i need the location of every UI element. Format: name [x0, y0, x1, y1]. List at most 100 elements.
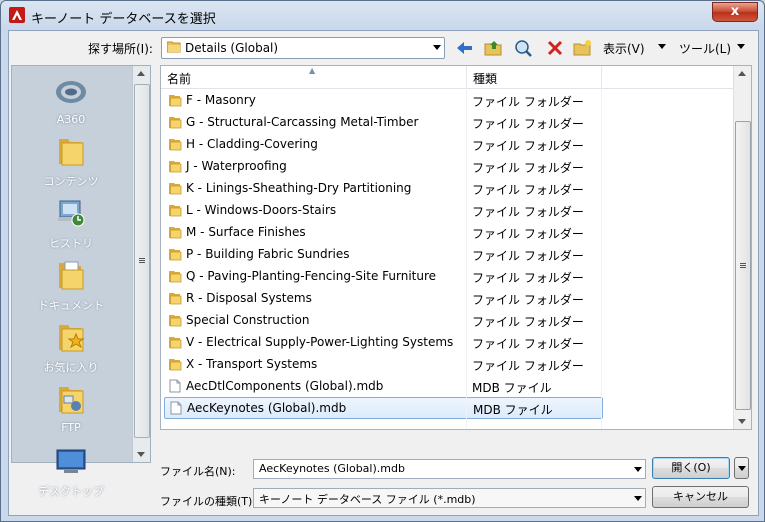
folder-row[interactable]: Special Construction ファイル フォルダー [164, 309, 601, 331]
filetype-value: キーノート データベース ファイル (*.mdb) [259, 493, 476, 506]
folder-row[interactable]: G - Structural-Carcassing Metal-Timber ファ… [164, 111, 601, 133]
file-icon [169, 401, 183, 418]
row-type: ファイル フォルダー [472, 293, 584, 307]
folder-icon [168, 115, 182, 132]
row-type: ファイル フォルダー [472, 227, 584, 241]
up-folder-icon[interactable] [484, 38, 504, 58]
place-ftp[interactable]: FTP [12, 382, 130, 434]
folder-icon [168, 269, 182, 286]
place-a360[interactable]: A360 [12, 74, 130, 126]
chevron-down-icon [738, 466, 746, 471]
new-folder-icon[interactable] [573, 38, 593, 58]
row-name: L - Windows-Doors-Stairs [186, 203, 337, 217]
folder-icon [59, 139, 84, 166]
row-type: ファイル フォルダー [472, 271, 584, 285]
folder-row[interactable]: P - Building Fabric Sundries ファイル フォルダー [164, 243, 601, 265]
row-name: V - Electrical Supply-Power-Lighting Sys… [186, 335, 454, 349]
place-label: ドキュメント [38, 299, 104, 312]
tools-label: ツール(L) [679, 42, 732, 56]
list-scrollbar[interactable] [733, 66, 751, 429]
lookin-combo[interactable]: Details (Global) [161, 37, 445, 59]
open-options-button[interactable] [734, 457, 749, 479]
tools-dropdown-icon[interactable] [737, 44, 745, 49]
list-scroll-thumb[interactable] [735, 121, 751, 410]
place-content[interactable]: コンテンツ [12, 134, 130, 189]
folder-row[interactable]: M - Surface Finishes ファイル フォルダー [164, 221, 601, 243]
folder-row[interactable]: H - Cladding-Covering ファイル フォルダー [164, 133, 601, 155]
filename-value: AecKeynotes (Global).mdb [259, 462, 405, 475]
folder-row[interactable]: J - Waterproofing ファイル フォルダー [164, 155, 601, 177]
place-documents[interactable]: ドキュメント [12, 258, 130, 313]
folder-row[interactable]: L - Windows-Doors-Stairs ファイル フォルダー [164, 199, 601, 221]
place-history[interactable]: ヒストリ [12, 196, 130, 251]
row-name: X - Transport Systems [186, 357, 318, 371]
place-favorites[interactable]: お気に入り [12, 320, 130, 375]
file-row[interactable]: AecDtlComponents (Global).mdb MDB ファイル [164, 375, 601, 397]
row-name: Special Construction [186, 313, 310, 327]
chevron-down-icon[interactable] [634, 496, 642, 501]
row-name: M - Surface Finishes [186, 225, 306, 239]
open-button[interactable]: 開く(O) [652, 457, 730, 479]
row-name: AecKeynotes (Global).mdb [187, 401, 347, 415]
folder-icon [168, 357, 182, 374]
dialog-window: キーノート データベースを選択 x 探す場所(I): Details (Glob… [0, 0, 765, 522]
a360-cloud-icon [56, 81, 86, 103]
row-name: K - Linings-Sheathing-Dry Partitioning [186, 181, 412, 195]
sort-ascending-icon: ▲ [309, 66, 316, 75]
place-label: FTP [61, 421, 81, 434]
folder-row[interactable]: F - Masonry ファイル フォルダー [164, 89, 601, 111]
cancel-button[interactable]: キャンセル [652, 486, 749, 508]
row-name: R - Disposal Systems [186, 291, 312, 305]
column-header-row: ▲ 名前 種類 [161, 66, 733, 89]
scroll-up-icon[interactable] [137, 71, 145, 76]
lookin-value: Details (Global) [185, 41, 279, 55]
row-type: MDB ファイル [473, 403, 553, 417]
place-label: ヒストリ [49, 237, 93, 250]
file-row[interactable]: AecKeynotes (Global).mdb MDB ファイル [164, 397, 603, 419]
place-desktop[interactable]: デスクトップ [12, 444, 130, 499]
chevron-down-icon[interactable] [433, 45, 441, 50]
views-label: 表示(V) [603, 42, 645, 56]
close-button[interactable]: x [712, 2, 758, 22]
folder-row[interactable]: K - Linings-Sheathing-Dry Partitioning ファ… [164, 177, 601, 199]
folder-icon [168, 137, 182, 154]
row-type: ファイル フォルダー [472, 337, 584, 351]
place-label: お気に入り [43, 361, 99, 374]
delete-icon[interactable] [545, 38, 565, 58]
folder-row[interactable]: Q - Paving-Planting-Fencing-Site Furnitu… [164, 265, 601, 287]
favorites-star-icon [59, 325, 85, 352]
dialog-client: 探す場所(I): Details (Global) 表示(V) ツール(L) A… [8, 30, 759, 516]
places-bar: A360 コンテンツ ヒストリ ドキュメント お気に入り FTP デスクトップ [11, 65, 151, 498]
scroll-down-icon[interactable] [137, 452, 145, 457]
row-type: MDB ファイル [472, 381, 552, 395]
title-bar[interactable]: キーノート データベースを選択 x [1, 1, 764, 29]
search-web-icon[interactable] [514, 38, 534, 58]
folder-row[interactable]: X - Transport Systems ファイル フォルダー [164, 353, 601, 375]
back-arrow-icon[interactable] [455, 38, 475, 58]
filetype-combo[interactable]: キーノート データベース ファイル (*.mdb) [253, 488, 646, 508]
row-name: AecDtlComponents (Global).mdb [186, 379, 384, 393]
folder-icon [168, 93, 182, 110]
row-name: Q - Paving-Planting-Fencing-Site Furnitu… [186, 269, 437, 283]
folder-icon [168, 291, 182, 308]
places-scroll-thumb[interactable] [134, 84, 150, 438]
views-dropdown-icon[interactable] [658, 44, 666, 49]
column-header-type[interactable]: 種類 [473, 70, 497, 87]
row-name: F - Masonry [186, 93, 256, 107]
folder-row[interactable]: V - Electrical Supply-Power-Lighting Sys… [164, 331, 601, 353]
scroll-up-icon[interactable] [738, 71, 746, 76]
filetype-label: ファイルの種類(T): [160, 495, 257, 508]
row-name: J - Waterproofing [186, 159, 287, 173]
scroll-down-icon[interactable] [738, 419, 746, 424]
folder-icon [168, 203, 182, 220]
chevron-down-icon[interactable] [634, 467, 642, 472]
filename-combo[interactable]: AecKeynotes (Global).mdb [253, 459, 646, 479]
place-label: A360 [56, 113, 86, 126]
views-menu[interactable]: 表示(V) [603, 40, 645, 57]
column-header-name[interactable]: 名前 [167, 70, 191, 87]
row-type: ファイル フォルダー [472, 183, 584, 197]
ftp-icon [59, 387, 84, 414]
folder-row[interactable]: R - Disposal Systems ファイル フォルダー [164, 287, 601, 309]
tools-menu[interactable]: ツール(L) [679, 40, 731, 57]
places-scrollbar[interactable] [132, 66, 150, 462]
